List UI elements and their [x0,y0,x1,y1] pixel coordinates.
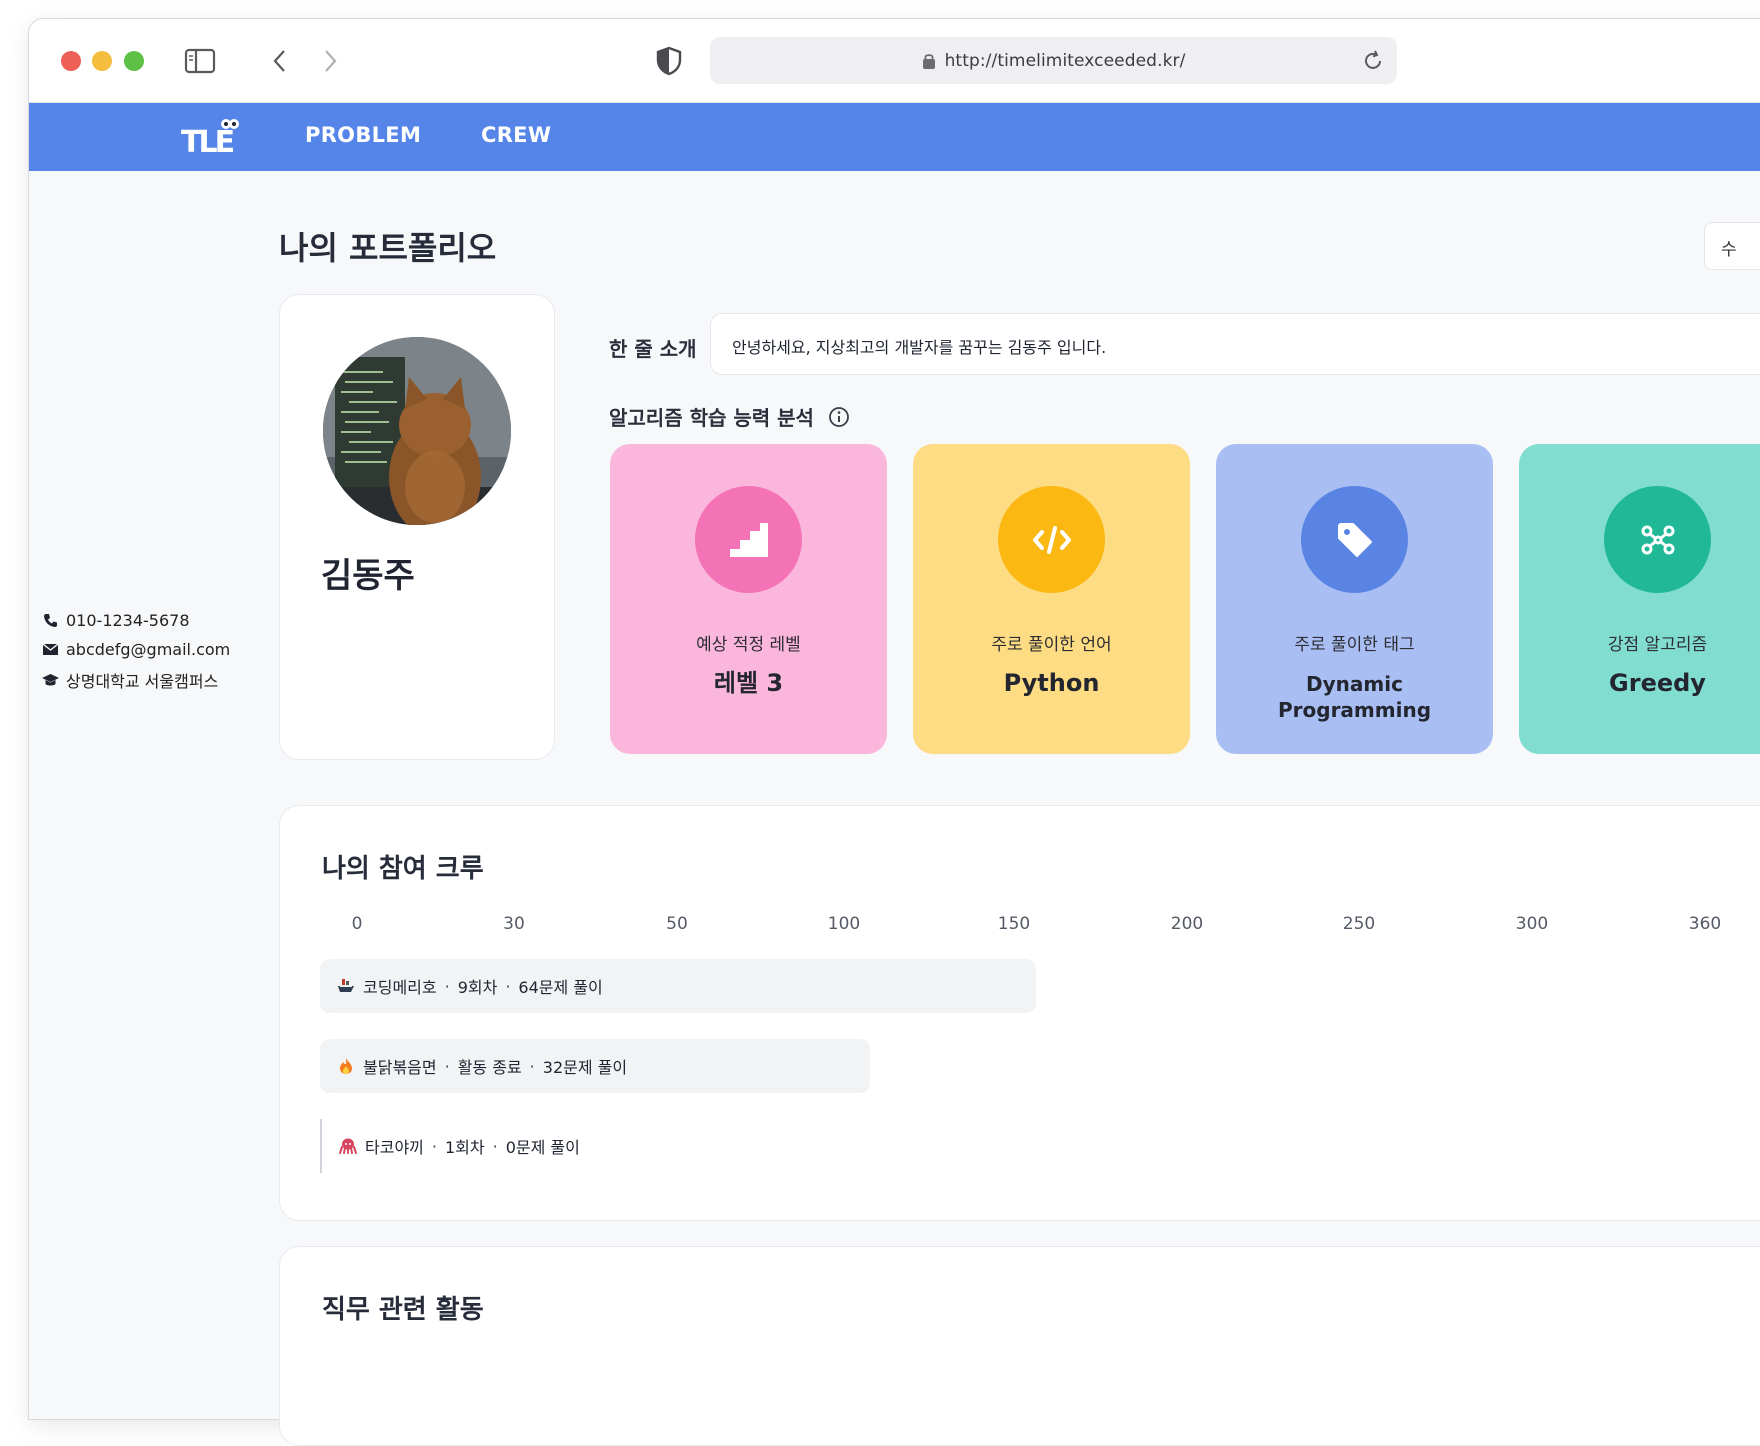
crew-status: 9회차 [457,978,498,997]
ship-icon [337,977,355,995]
crew-name: 불닭볶음면 [363,1058,437,1077]
axis-tick: 0 [351,914,363,934]
language-value: Python [1003,669,1100,697]
separator: · [444,1056,450,1076]
intro-text: 안녕하세요, 지상최고의 개발자를 꿈꾸는 김동주 입니다. [732,338,1107,357]
mail-icon [41,642,59,658]
phone-row: 010-1234-5678 [41,611,190,630]
level-caption: 예상 적정 레벨 [696,635,801,655]
level-card: 예상 적정 레벨 레벨 3 [610,444,887,754]
browser-toolbar: http://timelimitexceeded.kr/ [29,19,1760,103]
separator: · [444,976,450,996]
axis-tick: 360 [1688,914,1722,934]
tle-logo[interactable]: TLE [181,117,239,155]
page-title: 나의 포트폴리오 [279,229,497,267]
crew-solved: 64문제 풀이 [518,978,603,997]
crew-bar-item[interactable]: 코딩메리호 · 9회차 · 64문제 풀이 [320,959,1036,1013]
strength-card: 강점 알고리즘 Greedy [1519,444,1760,754]
back-arrow-icon[interactable] [263,45,297,77]
language-card: 주로 풀이한 언어 Python [913,444,1190,754]
octopus-icon [339,1137,357,1155]
forward-arrow-icon[interactable] [313,45,347,77]
graph-icon [1604,486,1711,593]
url-text: http://timelimitexceeded.kr/ [944,50,1186,71]
code-icon [998,486,1105,593]
separator: · [492,1136,498,1156]
phone-icon [41,613,59,629]
axis-tick: 30 [503,914,525,934]
minimize-window-button[interactable] [92,51,112,71]
school-text: 상명대학교 서울캠퍼스 [66,672,219,691]
job-activity-section: 직무 관련 활동 [279,1246,1760,1446]
job-section-title: 직무 관련 활동 [322,1295,484,1325]
crew-status: 1회차 [444,1138,485,1157]
separator: · [529,1056,535,1076]
separator: · [431,1136,437,1156]
school-row: 상명대학교 서울캠퍼스 [41,668,218,692]
tag-value-line1: Dynamic [1306,672,1403,696]
crew-bar-item[interactable]: 불닭볶음면 · 활동 종료 · 32문제 풀이 [320,1039,870,1093]
graduation-cap-icon [41,672,59,688]
axis-tick: 150 [997,914,1031,934]
email-text: abcdefg@gmail.com [66,640,231,659]
tag-icon [1301,486,1408,593]
crew-status: 활동 종료 [457,1058,522,1077]
strength-caption: 강점 알고리즘 [1607,635,1708,655]
crew-name: 타코야끼 [365,1138,424,1157]
tag-card: 주로 풀이한 태그 Dynamic Programming [1216,444,1493,754]
crew-solved: 32문제 풀이 [542,1058,628,1077]
maximize-window-button[interactable] [124,51,144,71]
svg-text:TLE: TLE [181,125,234,155]
axis-tick: 200 [1170,914,1204,934]
fire-icon [337,1057,355,1075]
profile-card: 김동주 [279,294,555,760]
axis-tick: 250 [1342,914,1376,934]
intro-text-box: 안녕하세요, 지상최고의 개발자를 꿈꾸는 김동주 입니다. [710,313,1760,375]
analysis-label: 알고리즘 학습 능력 분석 [609,402,850,431]
crew-section-title: 나의 참여 크루 [322,854,484,884]
crew-name: 코딩메리호 [363,978,437,997]
crew-section: 나의 참여 크루 0 30 50 100 150 200 250 300 360… [279,805,1760,1221]
separator: · [505,976,511,996]
site-navbar: TLE PROBLEM CREW [29,103,1760,171]
lock-icon [922,54,935,69]
tag-caption: 주로 풀이한 태그 [1294,635,1415,655]
language-caption: 주로 풀이한 언어 [991,635,1112,655]
profile-name: 김동주 [321,556,415,596]
avatar [323,337,511,525]
shield-icon[interactable] [654,45,684,77]
crew-solved: 0문제 풀이 [505,1138,580,1157]
axis-tick: 300 [1515,914,1549,934]
edit-button[interactable]: 수 [1704,222,1760,270]
tag-value: Dynamic Programming [1216,671,1493,723]
tag-value-line2: Programming [1277,698,1432,722]
analysis-label-text: 알고리즘 학습 능력 분석 [609,406,814,430]
axis-tick: 50 [666,914,688,934]
nav-problem-link[interactable]: PROBLEM [305,123,421,147]
close-window-button[interactable] [61,51,81,71]
crew-bar-item[interactable]: 타코야끼 · 1회차 · 0문제 풀이 [320,1119,720,1173]
stairs-icon [695,486,802,593]
phone-text: 010-1234-5678 [66,611,190,630]
sidebar-toggle-icon[interactable] [183,45,217,77]
axis-tick: 100 [827,914,861,934]
address-bar[interactable]: http://timelimitexceeded.kr/ [710,37,1397,84]
intro-label: 한 줄 소개 [609,337,697,361]
email-row: abcdefg@gmail.com [41,640,230,659]
strength-value: Greedy [1609,669,1706,697]
info-icon[interactable] [828,406,850,428]
nav-crew-link[interactable]: CREW [481,123,551,147]
reload-icon[interactable] [1361,49,1385,73]
level-value: 레벨 3 [713,669,784,697]
